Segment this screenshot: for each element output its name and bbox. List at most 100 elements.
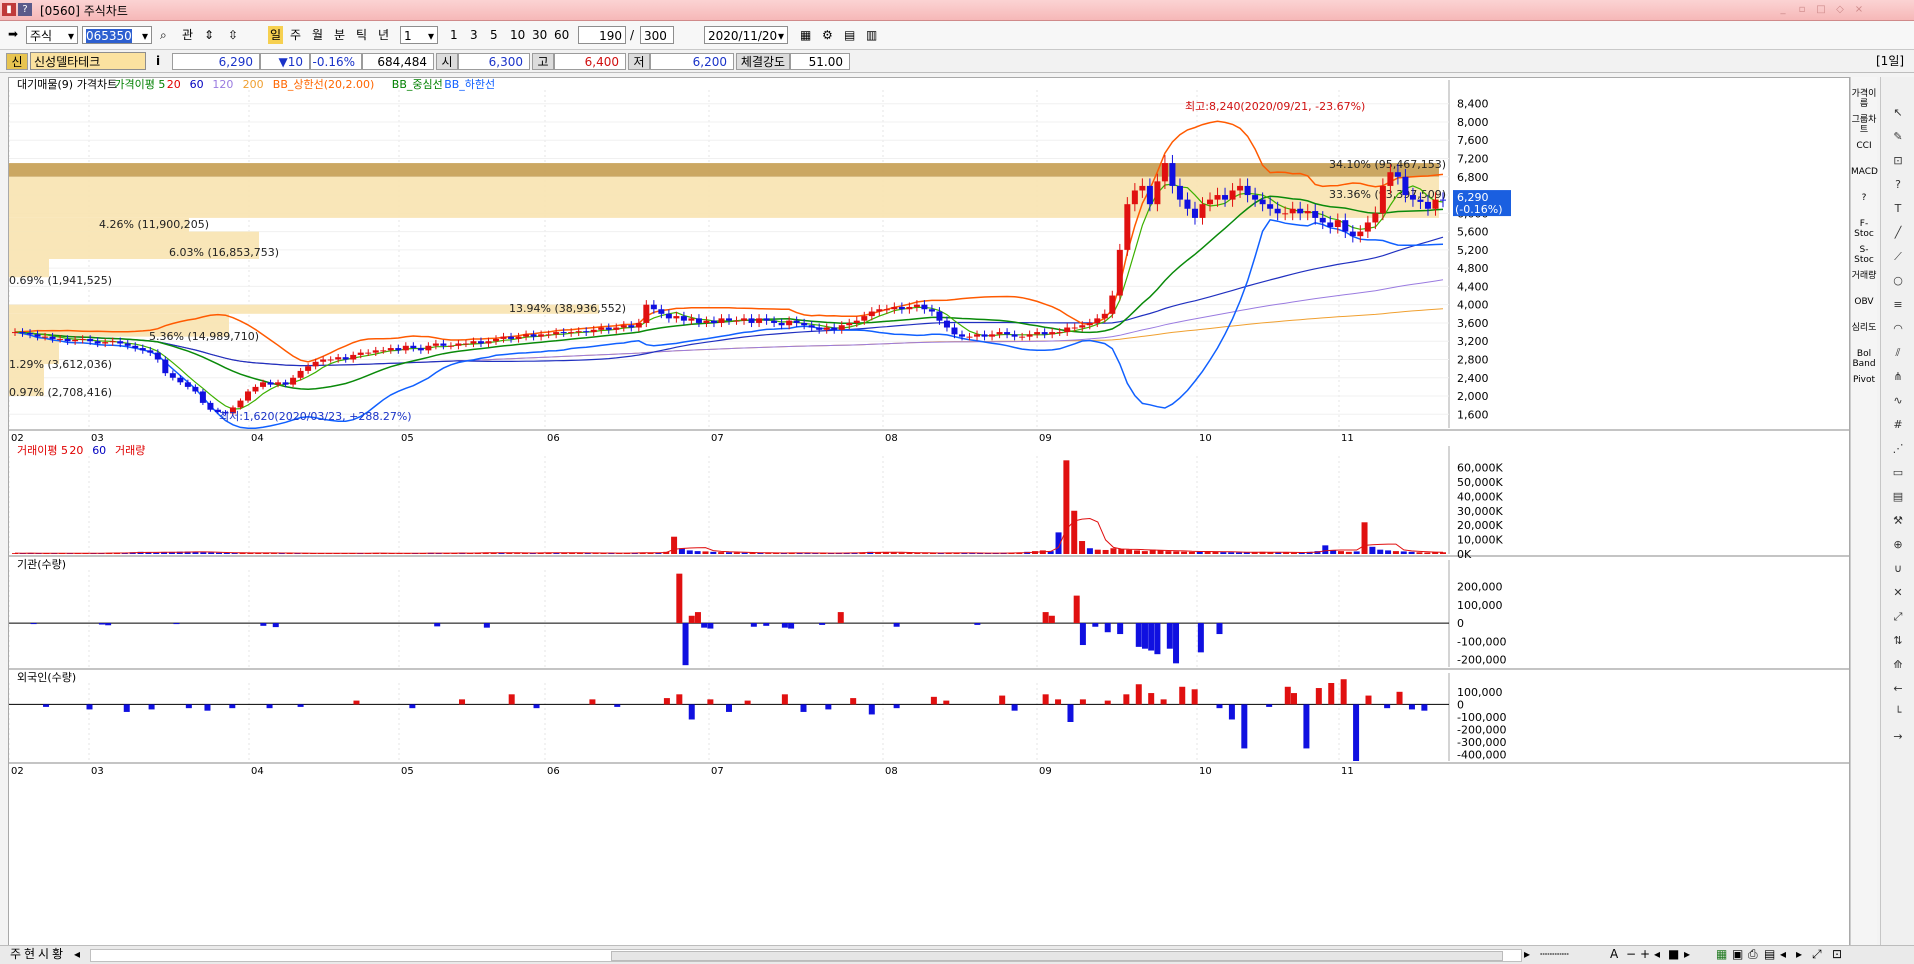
period-year-button[interactable]: 년 (378, 26, 389, 44)
stop-icon[interactable]: ■ (1668, 946, 1679, 963)
interval-select[interactable]: 1 ▾ (400, 26, 438, 44)
grid-icon[interactable]: ▤ (844, 26, 855, 44)
indicator-1[interactable]: 그룹차트 (1851, 115, 1877, 135)
pen-icon[interactable]: ✎ (1889, 129, 1907, 145)
gwan-button[interactable]: 관 (182, 26, 193, 44)
close-icon[interactable]: × (1852, 3, 1866, 16)
count-input[interactable]: 190 (578, 26, 626, 44)
scrollbar-thumb[interactable] (611, 951, 1503, 961)
ray-icon[interactable]: ⟋ (1889, 249, 1907, 265)
auto-icon[interactable]: ⋰ (1889, 441, 1907, 457)
minimize-icon[interactable]: _ (1776, 3, 1790, 16)
scroll-left-icon[interactable]: ◂ (74, 946, 80, 963)
minus-icon[interactable]: − (1626, 946, 1636, 963)
arc-icon[interactable]: ◠ (1889, 321, 1907, 337)
diag-icon[interactable]: ⤢ (1889, 609, 1907, 625)
excel-icon[interactable]: ▦ (1716, 946, 1727, 963)
fibo-icon[interactable]: ≡ (1889, 297, 1907, 313)
total-input[interactable]: 300 (640, 26, 674, 44)
trend-icon[interactable]: ⟰ (1889, 657, 1907, 673)
cross-icon[interactable]: ✕ (1889, 585, 1907, 601)
indicator-10[interactable]: Bol Band (1851, 349, 1877, 369)
indicator-3[interactable]: MACD (1851, 167, 1878, 177)
print-icon[interactable]: ⎙ (1748, 946, 1758, 963)
indicator-5[interactable]: F-Stoc (1851, 219, 1877, 239)
scrollbar[interactable] (90, 949, 1522, 962)
plus-icon[interactable]: + (1640, 946, 1650, 963)
period-minute-button[interactable]: 분 (334, 26, 345, 44)
text-icon[interactable]: T (1889, 201, 1907, 217)
candle-body (1440, 199, 1446, 201)
circle-icon[interactable]: ○ (1889, 273, 1907, 289)
indicator-4[interactable]: ? (1851, 193, 1877, 203)
ruler-icon[interactable]: ⊡ (1889, 153, 1907, 169)
scroll-end-icon[interactable]: ⊡ (1832, 946, 1842, 963)
zoom-out-icon[interactable]: A (1610, 946, 1618, 963)
search-icon[interactable]: ⌕ (160, 26, 167, 44)
pitchfork-icon[interactable]: ⋔ (1889, 369, 1907, 385)
indicator-2[interactable]: CCI (1851, 141, 1877, 151)
period-tick-button[interactable]: 틱 (356, 26, 367, 44)
layout-icon[interactable]: ▤ (1764, 946, 1775, 963)
indicator-7[interactable]: 거래량 (1851, 271, 1877, 281)
table-icon[interactable]: ▥ (866, 26, 877, 44)
stock-name[interactable]: 신성델타테크 (30, 52, 146, 70)
save-icon[interactable]: ▣ (1732, 946, 1743, 963)
forward-icon[interactable]: → (1889, 729, 1907, 745)
question-icon[interactable]: ? (1889, 177, 1907, 193)
channel-icon[interactable]: ⫽ (1889, 345, 1907, 361)
bottom-tab-ju[interactable]: 주 (10, 946, 21, 963)
bottom-tab-si[interactable]: 시 (38, 946, 49, 963)
indicator-0[interactable]: 가격이름 (1851, 89, 1877, 109)
expand-icon[interactable]: ⤢ (1812, 946, 1822, 963)
doc-icon[interactable]: ▤ (1889, 489, 1907, 505)
corner-icon[interactable]: └ (1889, 705, 1907, 721)
interval-60-button[interactable]: 60 (554, 26, 569, 44)
line-icon[interactable]: ╱ (1889, 225, 1907, 241)
restore-icon[interactable]: ▫ (1795, 3, 1809, 16)
chart-area[interactable]: 02 02 03 03 04 04 05 05 06 06 07 07 08 08 09 09 10 10 11 11… (8, 77, 1850, 947)
info-button[interactable]: i (156, 52, 160, 70)
period-week-button[interactable]: 주 (290, 26, 301, 44)
scroll-right-icon[interactable]: ▸ (1524, 946, 1530, 963)
pin-icon[interactable]: ◇ (1833, 3, 1847, 16)
play-back-icon[interactable]: ◂ (1654, 946, 1660, 963)
y-tick-label: 4,400 (1457, 280, 1489, 293)
magnet-icon[interactable]: ∪ (1889, 561, 1907, 577)
grid-lines-icon[interactable]: # (1889, 417, 1907, 433)
play-icon[interactable]: ▸ (1684, 946, 1690, 963)
spin-icon[interactable]: ⇳ (228, 26, 238, 44)
prev-icon[interactable]: ◂ (1780, 946, 1786, 963)
next-icon[interactable]: ▸ (1796, 946, 1802, 963)
arrow-icon[interactable]: ➡ (8, 25, 18, 43)
indicator-11[interactable]: Pivot (1851, 375, 1877, 385)
interval-1-button[interactable]: 1 (450, 26, 458, 44)
help-icon[interactable]: ? (18, 3, 32, 16)
indicator-9[interactable]: 심리도 (1851, 323, 1877, 333)
back-icon[interactable]: ← (1889, 681, 1907, 697)
rect-icon[interactable]: ▭ (1889, 465, 1907, 481)
interval-10-button[interactable]: 10 (510, 26, 525, 44)
period-day-button[interactable]: 일 (268, 26, 284, 44)
chart-settings-icon[interactable]: ▦ (800, 26, 811, 44)
bottom-tab-hyeon[interactable]: 현 (24, 946, 35, 963)
maximize-icon[interactable]: □ (1814, 3, 1828, 16)
mode-select[interactable]: 주식 ▾ (26, 26, 78, 44)
interval-30-button[interactable]: 30 (532, 26, 547, 44)
wrench-icon[interactable]: ⚒ (1889, 513, 1907, 529)
period-month-button[interactable]: 월 (312, 26, 323, 44)
zoom-icon[interactable]: ⊕ (1889, 537, 1907, 553)
zoom-slider-icon[interactable]: ┄┄┄┄ (1540, 946, 1569, 963)
interval-5-button[interactable]: 5 (490, 26, 498, 44)
bottom-tab-hwang[interactable]: 황 (52, 946, 63, 963)
indicator-6[interactable]: S-Stoc (1851, 245, 1877, 265)
sort-icon[interactable]: ⇕ (204, 26, 214, 44)
cursor-icon[interactable]: ↖ (1889, 105, 1907, 121)
date-select[interactable]: 2020/11/20 ▾ (704, 26, 788, 44)
interval-3-button[interactable]: 3 (470, 26, 478, 44)
wave-icon[interactable]: ∿ (1889, 393, 1907, 409)
code-input[interactable]: 065350 ▾ (82, 26, 152, 44)
gear-icon[interactable]: ⚙ (822, 26, 833, 44)
updown-icon[interactable]: ⇅ (1889, 633, 1907, 649)
indicator-8[interactable]: OBV (1851, 297, 1877, 307)
